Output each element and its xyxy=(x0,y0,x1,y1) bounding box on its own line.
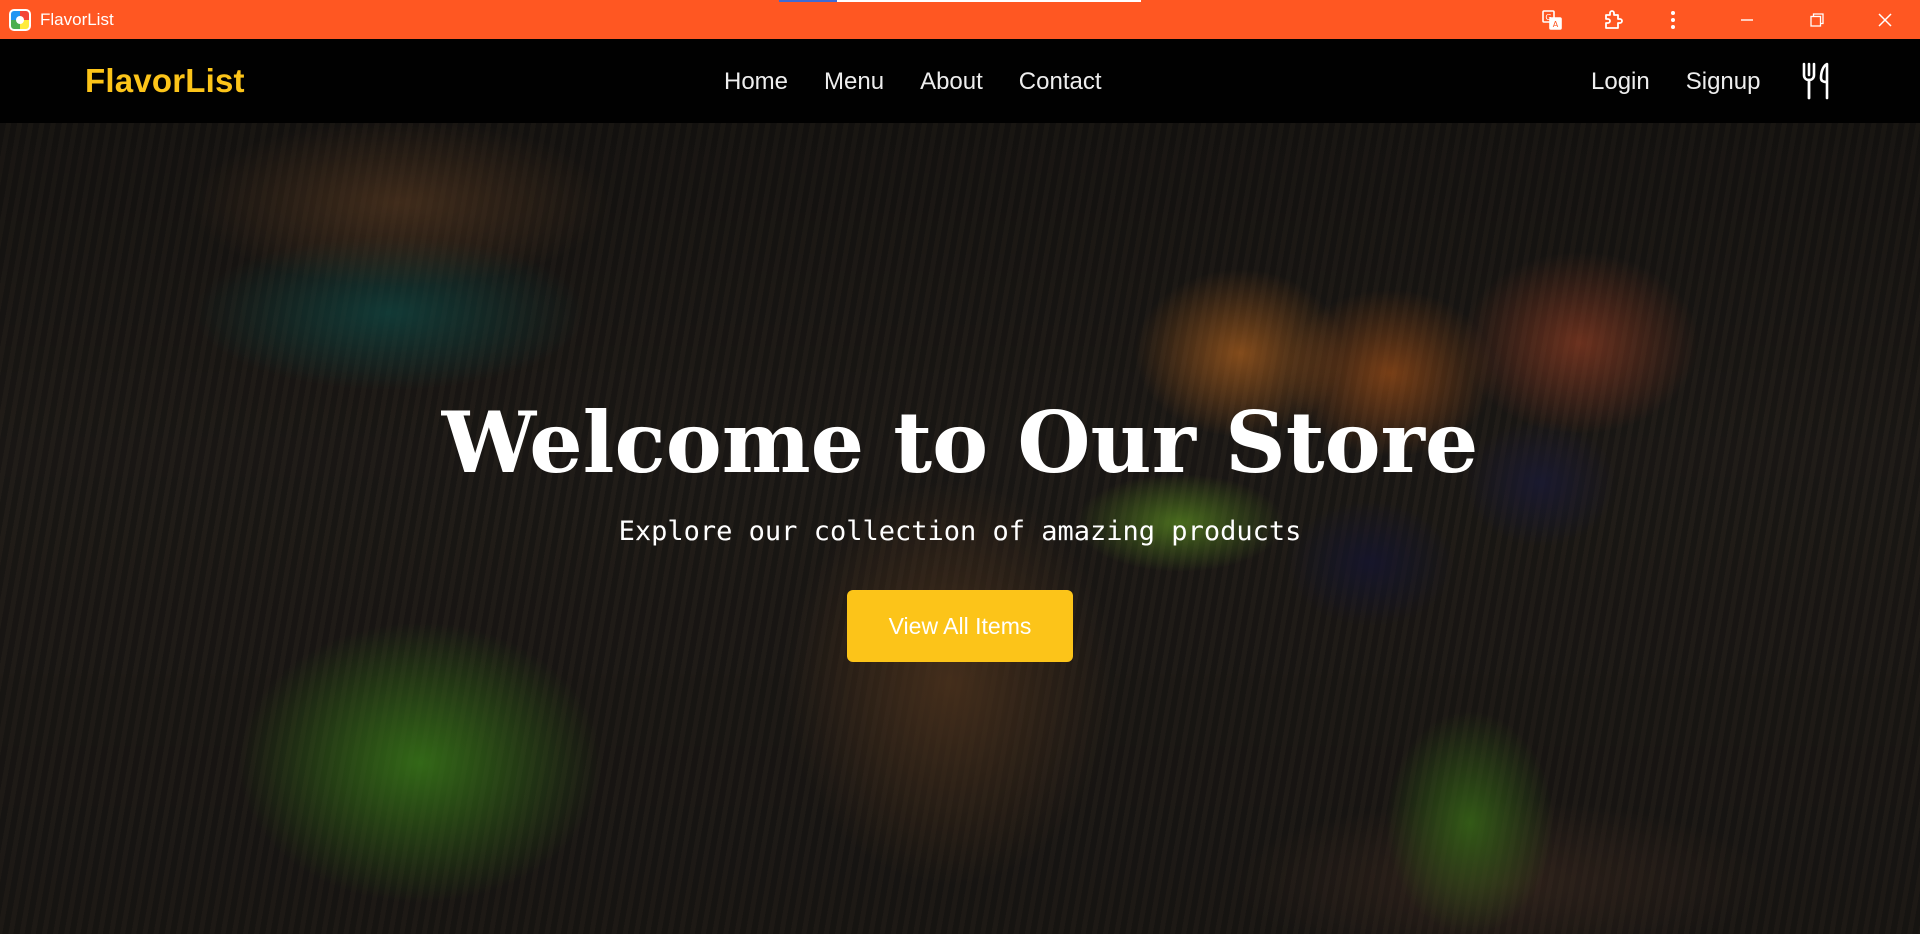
nav-link-about[interactable]: About xyxy=(920,68,983,96)
more-options-icon[interactable] xyxy=(1650,0,1696,39)
restore-icon[interactable] xyxy=(1794,0,1840,39)
main-nav: Home Menu About Contact xyxy=(724,68,1102,96)
close-icon[interactable] xyxy=(1862,0,1908,39)
nav-link-home[interactable]: Home xyxy=(724,68,788,96)
cutlery-icon[interactable] xyxy=(1800,61,1836,101)
login-link[interactable]: Login xyxy=(1591,68,1650,96)
auth-nav: Login Signup xyxy=(1591,68,1760,96)
page-load-progress xyxy=(779,0,1141,2)
hero-title: Welcome to Our Store xyxy=(441,393,1479,492)
svg-text:G: G xyxy=(1545,13,1551,22)
window-titlebar: FlavorList G A xyxy=(0,0,1920,39)
view-all-items-button[interactable]: View All Items xyxy=(847,590,1073,662)
window-title: FlavorList xyxy=(40,10,114,29)
nav-link-menu[interactable]: Menu xyxy=(824,68,884,96)
signup-link[interactable]: Signup xyxy=(1686,68,1761,96)
minimize-icon[interactable] xyxy=(1724,0,1770,39)
extensions-icon[interactable] xyxy=(1591,0,1637,39)
app-icon xyxy=(9,9,31,31)
nav-link-contact[interactable]: Contact xyxy=(1019,68,1102,96)
svg-text:A: A xyxy=(1553,20,1559,29)
page-load-progress-fill xyxy=(779,0,837,2)
hero-subtitle: Explore our collection of amazing produc… xyxy=(618,516,1302,547)
brand-logo[interactable]: FlavorList xyxy=(85,62,245,100)
translate-icon[interactable]: G A xyxy=(1529,0,1575,39)
hero-content: Welcome to Our Store Explore our collect… xyxy=(0,123,1920,934)
site-navbar: FlavorList Home Menu About Contact Login… xyxy=(0,39,1920,123)
hero-section: Welcome to Our Store Explore our collect… xyxy=(0,123,1920,934)
